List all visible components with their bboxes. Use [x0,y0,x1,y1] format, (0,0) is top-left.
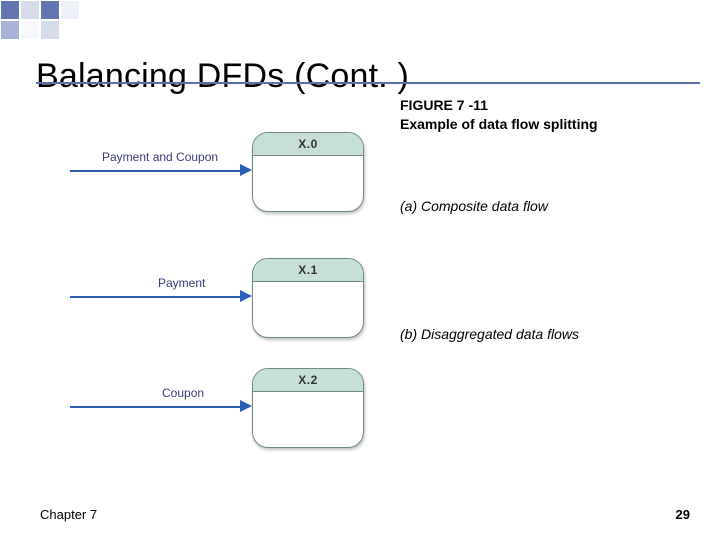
process-box: X.1 [252,258,364,338]
arrow-label: Payment [158,276,205,290]
footer-chapter: Chapter 7 [40,507,97,522]
arrow-label: Coupon [162,386,204,400]
slide-title: Balancing DFDs (Cont. ) [36,57,409,96]
arrow-line [70,296,240,298]
arrow-label: Payment and Coupon [102,150,218,164]
arrow-head-icon [240,164,252,176]
arrow-head-icon [240,400,252,412]
process-box: X.0 [252,132,364,212]
process-id: X.2 [253,369,363,392]
corner-motif [0,0,80,40]
annotation-b: (b) Disaggregated data flows [400,326,579,342]
flow-coupon: Coupon X.2 [70,366,390,446]
footer-page: 29 [676,507,690,522]
figure-caption: FIGURE 7 -11 Example of data flow splitt… [400,96,598,134]
figure-number: FIGURE 7 -11 [400,96,598,115]
process-id: X.0 [253,133,363,156]
dfd-diagram: Payment and Coupon X.0 Payment X.1 Coupo… [70,130,390,450]
figure-description: Example of data flow splitting [400,115,598,134]
arrow-line [70,170,240,172]
flow-composite: Payment and Coupon X.0 [70,130,390,210]
title-rule [36,82,700,84]
process-id: X.1 [253,259,363,282]
flow-payment: Payment X.1 [70,256,390,336]
arrow-head-icon [240,290,252,302]
arrow-line [70,406,240,408]
annotation-a: (a) Composite data flow [400,198,548,214]
process-box: X.2 [252,368,364,448]
